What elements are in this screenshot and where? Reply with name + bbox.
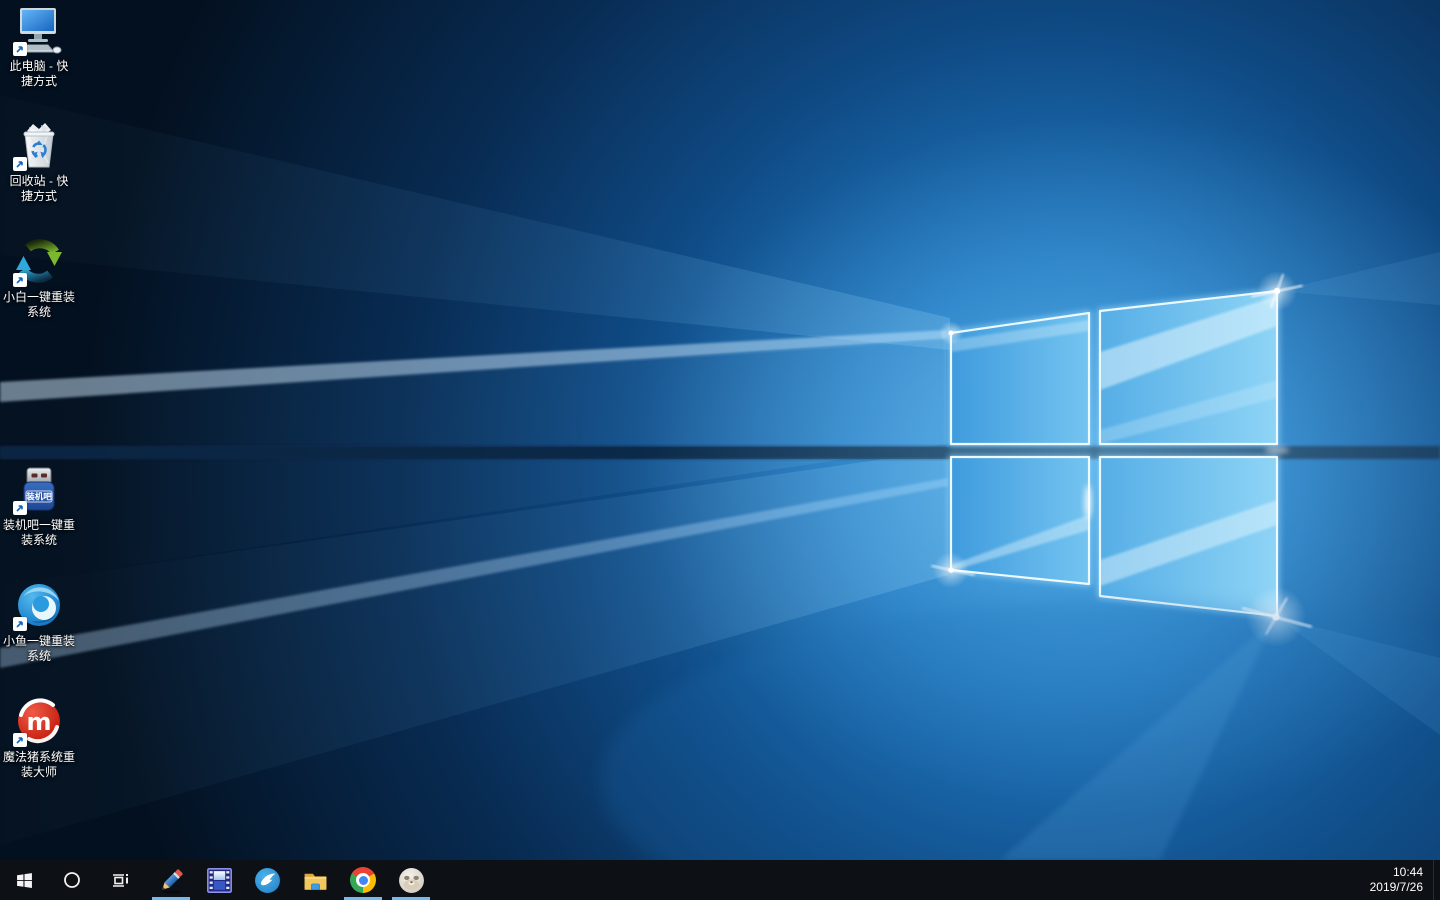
shortcut-arrow-icon <box>13 733 27 747</box>
start-button[interactable] <box>0 860 48 900</box>
desktop-icon-label: 回收站 - 快 捷方式 <box>9 174 69 203</box>
pencil-app-icon <box>161 868 183 894</box>
taskbar-clock[interactable]: 10:44 2019/7/26 <box>1364 860 1433 900</box>
chrome-icon <box>350 867 376 893</box>
pet-face-icon <box>398 867 424 893</box>
desktop-icon-label: 小白一键重装 系统 <box>2 290 75 319</box>
clock-time: 10:44 <box>1392 865 1423 879</box>
taskbar-app-video-player[interactable] <box>195 860 243 900</box>
desktop-icon-label: 魔法猪系统重 装大师 <box>2 750 75 779</box>
show-desktop-button[interactable] <box>1433 860 1440 900</box>
taskbar: 10:44 2019/7/26 <box>0 860 1440 900</box>
clock-date: 2019/7/26 <box>1369 880 1423 894</box>
task-view-button[interactable] <box>96 860 144 900</box>
taskbar-app-file-explorer[interactable] <box>291 860 339 900</box>
search-circle-icon <box>64 872 80 888</box>
shortcut-arrow-icon <box>13 501 27 515</box>
hero-wallpaper <box>0 0 1440 900</box>
taskbar-empty-area <box>435 860 1364 900</box>
xunlei-bird-icon <box>254 867 280 893</box>
taskbar-app-chrome[interactable] <box>339 860 387 900</box>
taskbar-app-pet[interactable] <box>387 860 435 900</box>
task-view-icon <box>112 873 128 887</box>
taskbar-app-xunlei[interactable] <box>243 860 291 900</box>
shortcut-arrow-icon <box>13 273 27 287</box>
mofazhu-monogram: m <box>26 708 51 736</box>
desktop-icon-xiaobai[interactable]: 小白一键重装 系统 <box>0 237 78 320</box>
windows-logo-icon <box>16 872 32 888</box>
shortcut-arrow-icon <box>13 617 27 631</box>
desktop-icon-label: 小鱼一键重装 系统 <box>2 634 75 663</box>
taskbar-app-pencil-editor[interactable] <box>147 860 195 900</box>
folder-icon <box>304 873 326 890</box>
desktop-icon-mofazhu[interactable]: m 魔法猪系统重 装大师 <box>0 697 78 780</box>
windows-desktop: 此电脑 - 快 捷方式 回收站 - 快 捷方式 小白一键重装 系统 装机吧 装机… <box>0 0 1440 900</box>
desktop-icon-label: 此电脑 - 快 捷方式 <box>9 59 69 88</box>
shortcut-arrow-icon <box>13 42 27 56</box>
cortana-search-button[interactable] <box>48 860 96 900</box>
desktop-icon-this-pc[interactable]: 此电脑 - 快 捷方式 <box>0 6 78 89</box>
desktop-icon-zhuangjiba[interactable]: 装机吧 装机吧一键重 装系统 <box>0 465 78 548</box>
desktop-icon-recycle-bin[interactable]: 回收站 - 快 捷方式 <box>0 121 78 204</box>
desktop-icon-label: 装机吧一键重 装系统 <box>2 518 75 547</box>
shortcut-arrow-icon <box>13 157 27 171</box>
desktop-icon-xiaoyu[interactable]: 小鱼一键重装 系统 <box>0 581 78 664</box>
usb-badge-text: 装机吧 <box>25 492 52 502</box>
filmstrip-icon <box>206 867 232 893</box>
